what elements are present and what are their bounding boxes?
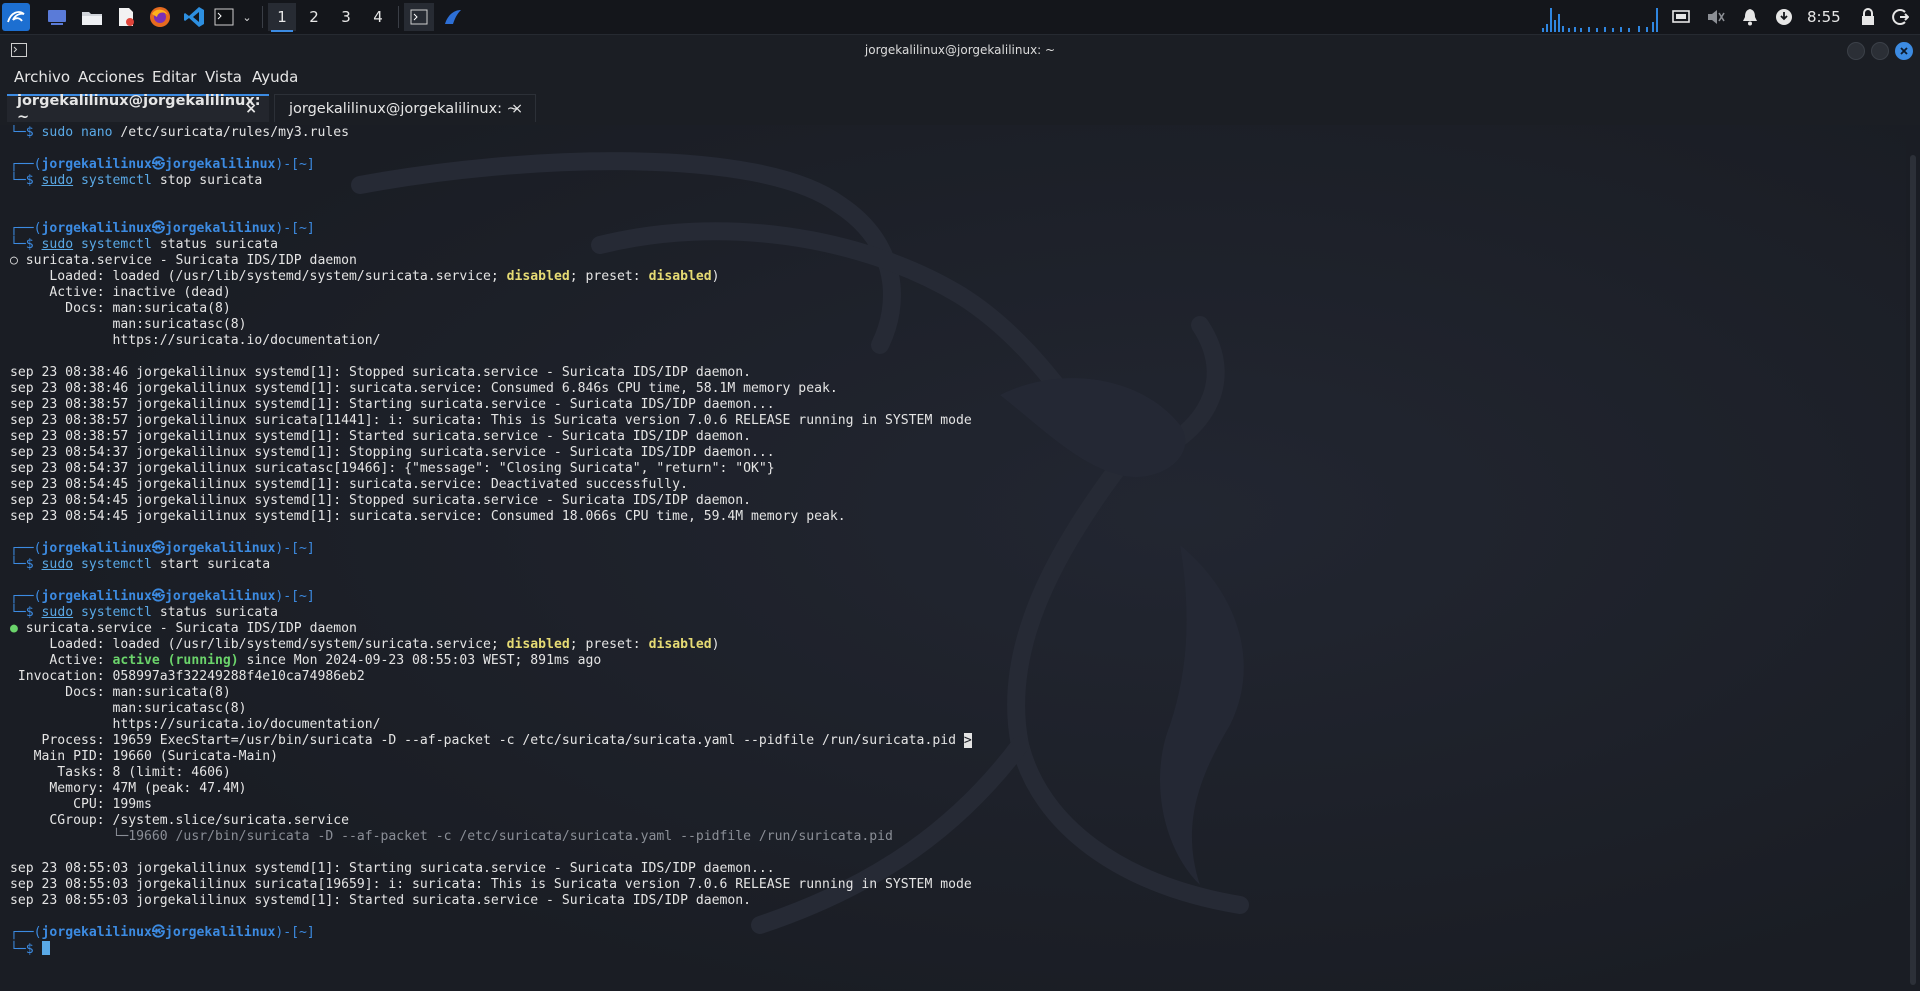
menu-archivo[interactable]: Archivo bbox=[14, 68, 70, 86]
notifications-bell-icon[interactable] bbox=[1740, 7, 1760, 27]
terminal-line: sep 23 08:54:45 jorgekalilinux systemd[1… bbox=[10, 509, 846, 524]
tab-label: jorgekalilinux@jorgekalilinux: ~ bbox=[17, 93, 261, 125]
workspace-1[interactable]: 1 bbox=[268, 3, 296, 32]
terminal-line: └─$ sudo systemctl status suricata bbox=[10, 605, 279, 620]
close-tab-icon[interactable]: × bbox=[511, 101, 523, 117]
desktop-icon[interactable] bbox=[44, 3, 70, 31]
terminal-line: man:suricatasc(8) bbox=[10, 701, 247, 716]
close-window-button[interactable] bbox=[1895, 42, 1913, 60]
terminal-line: sep 23 08:38:46 jorgekalilinux systemd[1… bbox=[10, 381, 838, 396]
window-titlebar[interactable]: jorgekalilinux@jorgekalilinux: ~ bbox=[0, 35, 1920, 65]
terminal-line: CPU: 199ms bbox=[10, 797, 152, 812]
terminal-line: sep 23 08:54:37 jorgekalilinux suricatas… bbox=[10, 461, 775, 476]
menu-editar[interactable]: Editar bbox=[152, 68, 196, 86]
screen-icon[interactable] bbox=[1671, 7, 1691, 27]
scrollbar-thumb[interactable] bbox=[1910, 155, 1916, 985]
close-tab-icon[interactable]: × bbox=[245, 101, 257, 117]
terminal-icon[interactable] bbox=[213, 3, 235, 31]
terminal-scrollbar[interactable] bbox=[1906, 125, 1920, 991]
terminal-line: Loaded: loaded (/usr/lib/systemd/system/… bbox=[10, 269, 720, 284]
workspace-2[interactable]: 2 bbox=[300, 3, 328, 31]
workspace-4[interactable]: 4 bbox=[364, 3, 392, 31]
service-active-dot: ● bbox=[10, 621, 18, 636]
terminal-line: Invocation: 058997a3f32249288f4e10ca7498… bbox=[10, 669, 365, 684]
terminal-line: └─$ sudo systemctl start suricata bbox=[10, 557, 271, 572]
terminal-line: https://suricata.io/documentation/ bbox=[10, 333, 381, 348]
terminal-line: ○ suricata.service - Suricata IDS/IDP da… bbox=[10, 253, 357, 268]
top-panel: ⌄ 1 2 3 4 8:55 bbox=[0, 0, 1920, 35]
logout-icon[interactable] bbox=[1890, 7, 1910, 27]
terminal-line: sep 23 08:38:57 jorgekalilinux systemd[1… bbox=[10, 429, 752, 444]
window-title: jorgekalilinux@jorgekalilinux: ~ bbox=[864, 43, 1056, 57]
terminal-output[interactable]: └─$ sudo nano /etc/suricata/rules/my3.ru… bbox=[0, 125, 1906, 991]
vscode-icon[interactable] bbox=[181, 3, 207, 31]
terminal-line: Docs: man:suricata(8) bbox=[10, 301, 231, 316]
terminal-line: sep 23 08:38:57 jorgekalilinux systemd[1… bbox=[10, 397, 775, 412]
terminal-line: Loaded: loaded (/usr/lib/systemd/system/… bbox=[10, 637, 720, 652]
menu-ayuda[interactable]: Ayuda bbox=[252, 68, 298, 86]
terminal-line: https://suricata.io/documentation/ bbox=[10, 717, 381, 732]
taskbar-app-window[interactable] bbox=[440, 3, 466, 31]
tab-terminal-1[interactable]: jorgekalilinux@jorgekalilinux: ~ × bbox=[7, 93, 269, 125]
terminal-line: sep 23 08:55:03 jorgekalilinux suricata[… bbox=[10, 877, 972, 892]
prompt-line: ┌──(jorgekalilinux㉿jorgekalilinux)-[~] bbox=[10, 221, 315, 236]
tab-label: jorgekalilinux@jorgekalilinux: ~ bbox=[289, 100, 519, 117]
menu-acciones[interactable]: Acciones bbox=[78, 68, 144, 86]
taskbar-terminal-window[interactable] bbox=[404, 3, 434, 31]
dropdown-chevron-icon[interactable]: ⌄ bbox=[240, 3, 254, 31]
terminal-line: Tasks: 8 (limit: 4606) bbox=[10, 765, 231, 780]
text-cursor bbox=[41, 941, 50, 955]
terminal-line: Process: 19659 ExecStart=/usr/bin/surica… bbox=[10, 733, 972, 748]
terminal-line: └─$ sudo nano /etc/suricata/rules/my3.ru… bbox=[10, 125, 350, 140]
terminal-line: sep 23 08:38:57 jorgekalilinux suricata[… bbox=[10, 413, 972, 428]
terminal-line: sep 23 08:55:03 jorgekalilinux systemd[1… bbox=[10, 893, 752, 908]
cpu-graph bbox=[1538, 6, 1662, 32]
prompt-line: ┌──(jorgekalilinux㉿jorgekalilinux)-[~] bbox=[10, 541, 315, 556]
prompt-line: ┌──(jorgekalilinux㉿jorgekalilinux)-[~] bbox=[10, 157, 315, 172]
terminal-line: sep 23 08:54:37 jorgekalilinux systemd[1… bbox=[10, 445, 775, 460]
terminal-line: sep 23 08:54:45 jorgekalilinux systemd[1… bbox=[10, 477, 688, 492]
maximize-button[interactable] bbox=[1871, 42, 1889, 60]
volume-muted-icon[interactable] bbox=[1706, 7, 1726, 27]
current-prompt-line[interactable]: └─$ bbox=[10, 941, 972, 957]
tab-bar: jorgekalilinux@jorgekalilinux: ~ × jorge… bbox=[0, 92, 1920, 125]
lock-screen-icon[interactable] bbox=[1858, 7, 1878, 27]
terminal-line: └─$ sudo systemctl stop suricata bbox=[10, 173, 263, 188]
terminal-line: ● suricata.service - Suricata IDS/IDP da… bbox=[10, 621, 357, 636]
text-editor-icon[interactable] bbox=[113, 3, 139, 31]
prompt-line: ┌──(jorgekalilinux㉿jorgekalilinux)-[~] bbox=[10, 589, 315, 604]
terminal-line: Active: inactive (dead) bbox=[10, 285, 231, 300]
terminal-line: Docs: man:suricata(8) bbox=[10, 685, 231, 700]
network-icon[interactable] bbox=[1774, 7, 1794, 27]
workspace-3[interactable]: 3 bbox=[332, 3, 360, 31]
terminal-line: sep 23 08:54:45 jorgekalilinux systemd[1… bbox=[10, 493, 752, 508]
prompt-line: ┌──(jorgekalilinux㉿jorgekalilinux)-[~] bbox=[10, 925, 315, 940]
terminal-line: └─$ sudo systemctl status suricata bbox=[10, 237, 279, 252]
firefox-icon[interactable] bbox=[147, 3, 173, 31]
terminal-line: Active: active (running) since Mon 2024-… bbox=[10, 653, 602, 668]
tab-terminal-2[interactable]: jorgekalilinux@jorgekalilinux: ~ × bbox=[274, 94, 536, 122]
terminal-line: CGroup: /system.slice/suricata.service bbox=[10, 813, 349, 828]
terminal-line: └─19660 /usr/bin/suricata -D --af-packet… bbox=[112, 829, 893, 844]
minimize-button[interactable] bbox=[1847, 42, 1865, 60]
menu-vista[interactable]: Vista bbox=[205, 68, 242, 86]
file-manager-icon[interactable] bbox=[79, 3, 105, 31]
terminal-lines: └─$ sudo nano /etc/suricata/rules/my3.ru… bbox=[10, 125, 972, 957]
clock[interactable]: 8:55 bbox=[1807, 8, 1841, 26]
terminal-line: sep 23 08:38:46 jorgekalilinux systemd[1… bbox=[10, 365, 752, 380]
menu-bar: Archivo Acciones Editar Vista Ayuda bbox=[0, 64, 1920, 90]
terminal-line: man:suricatasc(8) bbox=[10, 317, 247, 332]
terminal-line: Memory: 47M (peak: 47.4M) bbox=[10, 781, 247, 796]
status-active-running: active (running) bbox=[112, 653, 239, 668]
kali-menu-icon[interactable] bbox=[2, 3, 30, 31]
terminal-line: sep 23 08:55:03 jorgekalilinux systemd[1… bbox=[10, 861, 775, 876]
terminal-line: Main PID: 19660 (Suricata-Main) bbox=[10, 749, 279, 764]
